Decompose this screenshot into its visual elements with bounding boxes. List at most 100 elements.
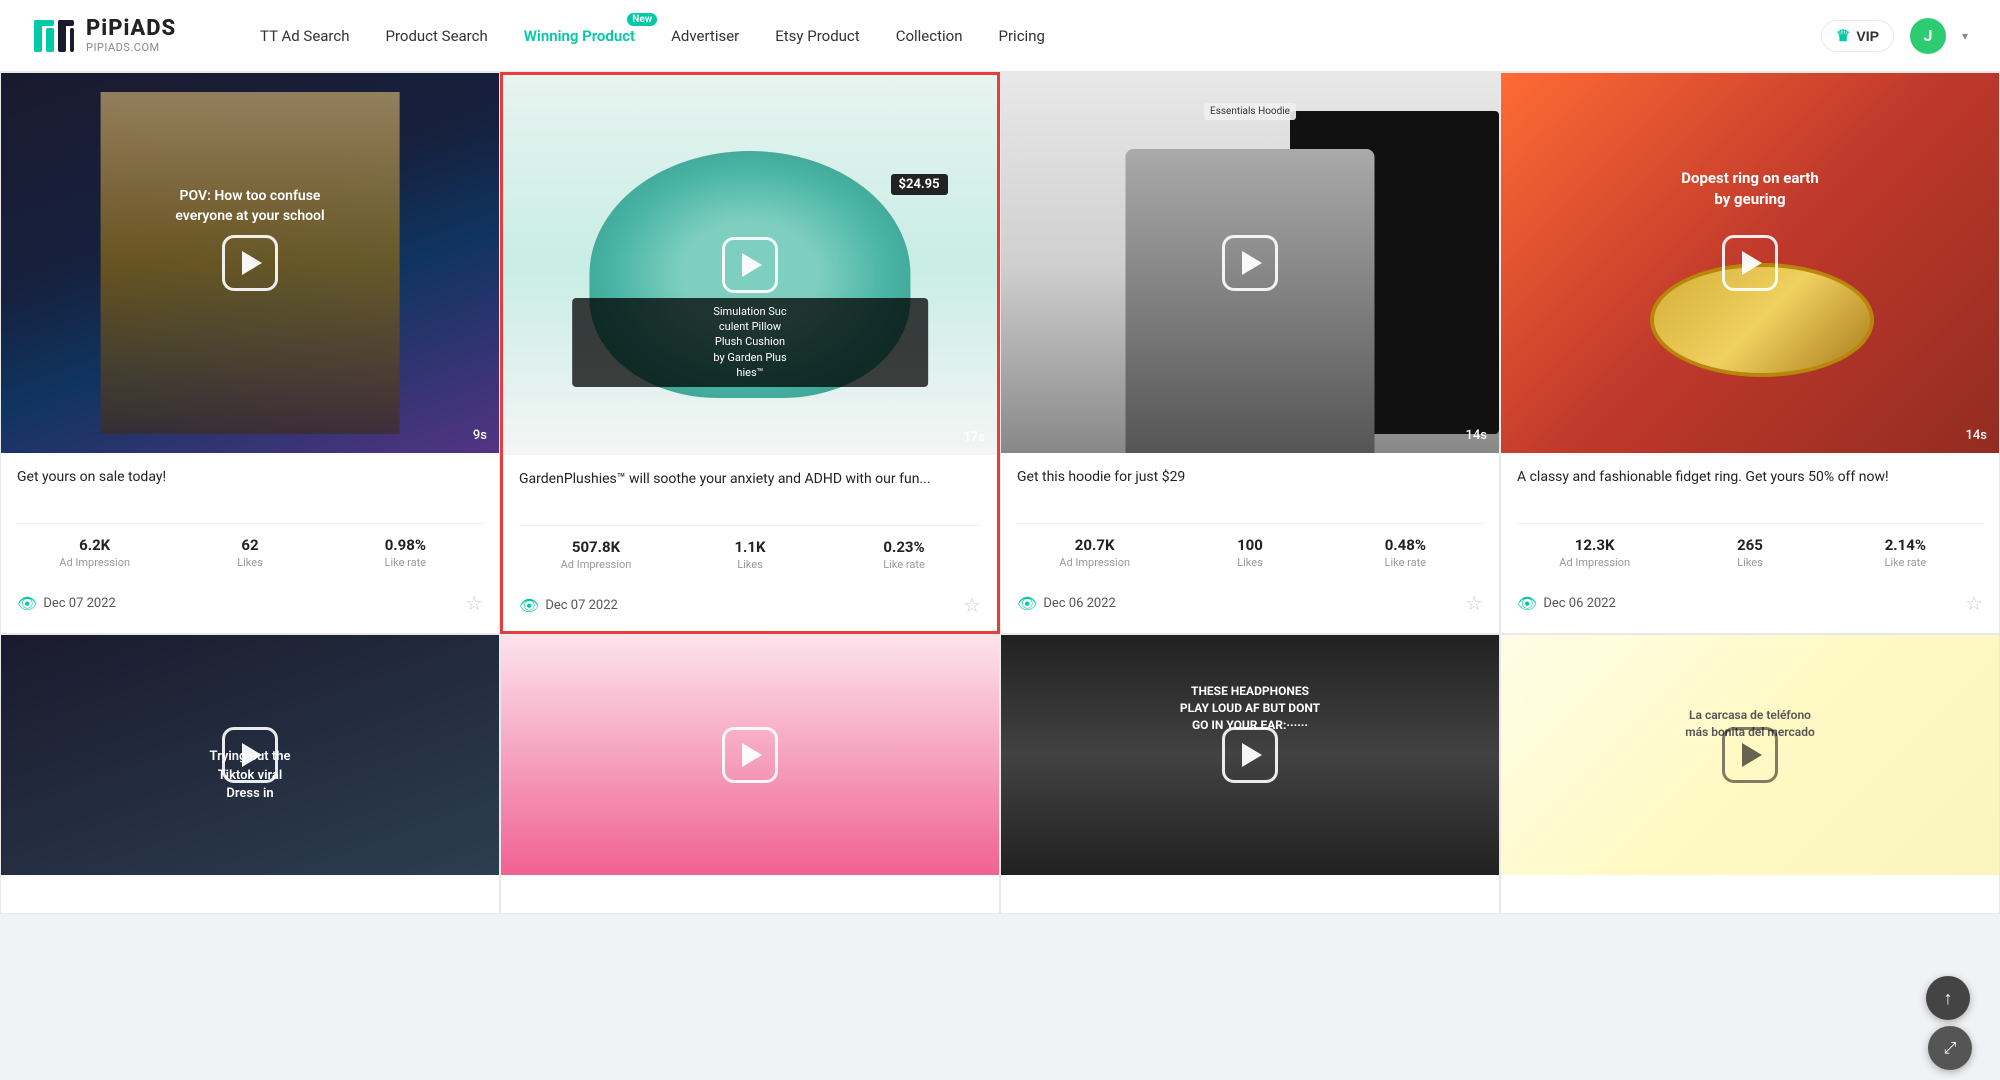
logo-domain: PIPIADS.COM: [86, 41, 176, 54]
ad-card-6[interactable]: [500, 634, 1000, 914]
ad-card-3[interactable]: Essentials Hoodie 14s Get this hoodie fo…: [1000, 72, 1500, 634]
ad-card-7[interactable]: THESE HEADPHONESPLAY LOUD AF BUT DONTGO …: [1000, 634, 1500, 914]
card-date-4: 👁 Dec 06 2022: [1517, 594, 1616, 613]
vip-button[interactable]: ♛ VIP: [1821, 20, 1894, 52]
new-badge: New: [627, 13, 657, 26]
ad-card-5[interactable]: Trying out theTiktok viralDress in: [0, 634, 500, 914]
play-triangle-7: [1242, 743, 1262, 767]
likes-label-2: Likes: [673, 558, 827, 571]
play-triangle-3: [1242, 251, 1262, 275]
star-icon-3[interactable]: ☆: [1465, 591, 1483, 615]
card-footer-4: 👁 Dec 06 2022 ☆: [1501, 579, 1999, 629]
chevron-down-icon[interactable]: ▾: [1962, 29, 1968, 43]
play-triangle-1: [242, 251, 262, 275]
card-body-2: GardenPlushies™ will soothe your anxiety…: [503, 455, 997, 571]
date-text-1: Dec 07 2022: [43, 596, 116, 611]
play-button-2[interactable]: [722, 237, 778, 293]
scroll-top-button[interactable]: ↑: [1926, 976, 1970, 1020]
card-title-2: GardenPlushies™ will soothe your anxiety…: [519, 469, 981, 511]
thumb-overlay-text-7: THESE HEADPHONESPLAY LOUD AF BUT DONTGO …: [1026, 683, 1474, 733]
likes-value-4: 265: [1672, 536, 1827, 554]
eye-icon-3: 👁: [1017, 594, 1037, 613]
play-button-1[interactable]: [222, 235, 278, 291]
price-tag-2: $24.95: [891, 174, 948, 195]
ad-card-8[interactable]: La carcasa de teléfonomás bonita del mer…: [1500, 634, 2000, 914]
play-button-4[interactable]: [1722, 235, 1778, 291]
card-thumbnail-5: Trying out theTiktok viralDress in: [1, 635, 499, 875]
play-button-6[interactable]: [722, 727, 778, 783]
expand-button[interactable]: ⤢: [1928, 1026, 1972, 1070]
impression-value-3: 20.7K: [1017, 536, 1172, 554]
star-icon-2[interactable]: ☆: [963, 593, 981, 617]
product-label-2: Simulation Succulent PillowPlush Cushion…: [572, 298, 928, 387]
play-button-3[interactable]: [1222, 235, 1278, 291]
impression-label-1: Ad Impression: [17, 556, 172, 569]
stat-like-rate-1: 0.98% Like rate: [328, 536, 483, 569]
nav-winning-product[interactable]: Winning Product New: [524, 23, 635, 49]
avatar[interactable]: J: [1910, 18, 1946, 54]
play-button-5[interactable]: [222, 727, 278, 783]
impression-value-1: 6.2K: [17, 536, 172, 554]
card-body-4: A classy and fashionable fidget ring. Ge…: [1501, 453, 1999, 569]
person-decoration-3: [1126, 149, 1375, 453]
nav-etsy-product[interactable]: Etsy Product: [775, 23, 859, 49]
star-icon-4[interactable]: ☆: [1965, 591, 1983, 615]
likes-value-3: 100: [1172, 536, 1327, 554]
card-stats-4: 12.3K Ad Impression 265 Likes 2.14% Like…: [1517, 523, 1983, 569]
card-body-1: Get yours on sale today! 6.2K Ad Impress…: [1, 453, 499, 569]
nav-product-search[interactable]: Product Search: [386, 23, 488, 49]
card-footer-2: 👁 Dec 07 2022 ☆: [503, 581, 997, 631]
ad-card-4[interactable]: Dopest ring on earthby geuring 14s A cla…: [1500, 72, 2000, 634]
play-triangle-8: [1742, 743, 1762, 767]
card-grid: POV: How too confuseeveryone at your sch…: [0, 72, 2000, 914]
ad-card-1[interactable]: POV: How too confuseeveryone at your sch…: [0, 72, 500, 634]
card-thumbnail-1: POV: How too confuseeveryone at your sch…: [1, 73, 499, 453]
ad-card-2[interactable]: $24.95 Simulation Succulent PillowPlush …: [500, 72, 1000, 634]
nav-collection[interactable]: Collection: [896, 23, 963, 49]
main-nav: TT Ad Search Product Search Winning Prod…: [260, 23, 1821, 49]
impression-value-2: 507.8K: [519, 538, 673, 556]
card-date-1: 👁 Dec 07 2022: [17, 594, 116, 613]
like-rate-value-2: 0.23%: [827, 538, 981, 556]
thumb-overlay-text-1: POV: How too confuseeveryone at your sch…: [51, 187, 449, 226]
stat-like-rate-4: 2.14% Like rate: [1828, 536, 1983, 569]
nav-tt-ad-search[interactable]: TT Ad Search: [260, 23, 350, 49]
play-triangle-6: [742, 743, 762, 767]
play-button-8[interactable]: [1722, 727, 1778, 783]
card-thumbnail-2: $24.95 Simulation Succulent PillowPlush …: [503, 75, 997, 455]
card-title-1: Get yours on sale today!: [17, 467, 483, 509]
card-title-4: A classy and fashionable fidget ring. Ge…: [1517, 467, 1983, 509]
duration-4: 14s: [1966, 428, 1987, 443]
logo-text: PiPiADS PIPIADS.COM: [86, 17, 176, 54]
card-body-3: Get this hoodie for just $29 20.7K Ad Im…: [1001, 453, 1499, 569]
card-footer-3: 👁 Dec 06 2022 ☆: [1001, 579, 1499, 629]
play-triangle-4: [1742, 251, 1762, 275]
card-stats-3: 20.7K Ad Impression 100 Likes 0.48% Like…: [1017, 523, 1483, 569]
card-thumbnail-3: Essentials Hoodie 14s: [1001, 73, 1499, 453]
stat-impression-3: 20.7K Ad Impression: [1017, 536, 1172, 569]
like-rate-label-4: Like rate: [1828, 556, 1983, 569]
likes-value-2: 1.1K: [673, 538, 827, 556]
star-icon-1[interactable]: ☆: [465, 591, 483, 615]
logo[interactable]: PiPiADS PIPIADS.COM: [32, 14, 212, 58]
stat-like-rate-3: 0.48% Like rate: [1328, 536, 1483, 569]
play-button-7[interactable]: [1222, 727, 1278, 783]
date-text-4: Dec 06 2022: [1543, 596, 1616, 611]
card-date-3: 👁 Dec 06 2022: [1017, 594, 1116, 613]
card-footer-1: 👁 Dec 07 2022 ☆: [1, 579, 499, 629]
header: PiPiADS PIPIADS.COM TT Ad Search Product…: [0, 0, 2000, 72]
nav-pricing[interactable]: Pricing: [999, 23, 1045, 49]
impression-value-4: 12.3K: [1517, 536, 1672, 554]
nav-advertiser[interactable]: Advertiser: [671, 23, 739, 49]
logo-name: PiPiADS: [86, 17, 176, 41]
card-thumbnail-4: Dopest ring on earthby geuring 14s: [1501, 73, 1999, 453]
eye-icon-4: 👁: [1517, 594, 1537, 613]
crown-icon: ♛: [1836, 26, 1850, 46]
card-stats-1: 6.2K Ad Impression 62 Likes 0.98% Like r…: [17, 523, 483, 569]
stat-impression-4: 12.3K Ad Impression: [1517, 536, 1672, 569]
impression-label-3: Ad Impression: [1017, 556, 1172, 569]
stat-likes-2: 1.1K Likes: [673, 538, 827, 571]
like-rate-label-2: Like rate: [827, 558, 981, 571]
stat-likes-1: 62 Likes: [172, 536, 327, 569]
eye-icon-2: 👁: [519, 596, 539, 615]
